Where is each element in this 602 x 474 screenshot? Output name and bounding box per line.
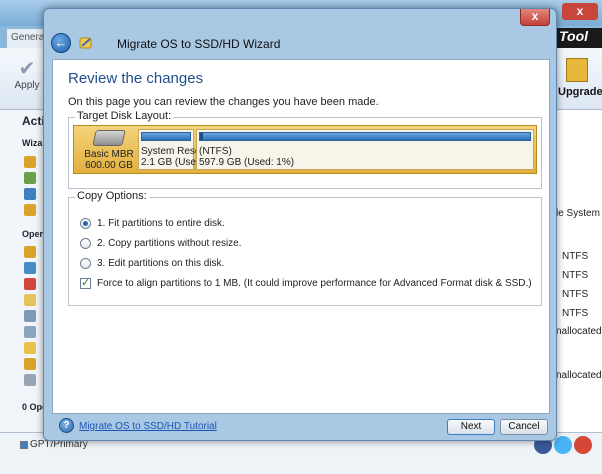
partition-ntfs[interactable]: (NTFS) 597.9 GB (Used: 1%) — [196, 129, 534, 170]
disk-map[interactable]: Basic MBR 600.00 GB System Reserv 2.1 GB… — [73, 125, 537, 174]
background-apply-button[interactable]: ✔ Apply — [10, 58, 44, 91]
google-plus-icon[interactable] — [574, 436, 592, 454]
partition-detail: 597.9 GB (Used: 1%) — [199, 157, 295, 168]
copy-options-label: Copy Options: — [75, 190, 149, 202]
background-fs-cell: NTFS — [562, 308, 589, 319]
operation-item-icon — [24, 326, 36, 338]
dialog-close-button[interactable]: x — [520, 9, 550, 26]
operation-item-icon — [24, 246, 36, 258]
help-icon[interactable]: ? — [59, 418, 74, 433]
background-fs-cell: NTFS — [562, 251, 589, 262]
option-label: 1. Fit partitions to entire disk. — [97, 217, 225, 229]
radio-button[interactable] — [80, 257, 91, 269]
background-column-header: le System — [556, 208, 600, 219]
operation-item-icon — [24, 358, 36, 370]
next-button[interactable]: Next — [447, 419, 495, 435]
twitter-icon[interactable] — [554, 436, 572, 454]
dialog-title: Migrate OS to SSD/HD Wizard — [117, 37, 281, 51]
align-1mb-option[interactable]: Force to align partitions to 1 MB. (It c… — [80, 275, 532, 291]
align-1mb-label: Force to align partitions to 1 MB. (It c… — [97, 277, 532, 289]
radio-button[interactable] — [80, 217, 91, 229]
partition-name: (NTFS) — [199, 146, 232, 157]
partition-system-reserved[interactable]: System Reserv 2.1 GB (Used: — [138, 129, 209, 170]
migrate-os-wizard-dialog: x ← Migrate OS to SSD/HD Wizard Review t… — [43, 8, 557, 441]
option-fit-partitions[interactable]: 1. Fit partitions to entire disk. — [80, 215, 225, 231]
wizard-item-icon — [24, 188, 36, 200]
align-1mb-checkbox[interactable] — [80, 276, 91, 289]
back-arrow-icon[interactable]: ← — [51, 33, 71, 53]
option-edit-partitions[interactable]: 3. Edit partitions on this disk. — [80, 255, 224, 271]
wizard-item-icon — [24, 156, 36, 168]
partition-used-fill — [200, 133, 204, 140]
background-fs-cell: nallocated — [556, 326, 602, 337]
operation-item-icon — [24, 374, 36, 386]
page-title: Review the changes — [68, 70, 204, 87]
operation-item-icon — [24, 294, 36, 306]
option-label: 3. Edit partitions on this disk. — [97, 257, 225, 269]
operation-item-icon — [24, 262, 36, 274]
partition-usage-bar — [141, 132, 191, 141]
target-disk-layout-label: Target Disk Layout: — [75, 110, 174, 122]
gift-icon — [566, 58, 588, 82]
background-fs-cell: nallocated — [556, 370, 602, 381]
copy-options-group: Copy Options: 1. Fit partitions to entir… — [68, 190, 542, 306]
disk-type: Basic MBR — [84, 149, 134, 160]
radio-button[interactable] — [80, 237, 91, 249]
page-description: On this page you can review the changes … — [68, 96, 379, 108]
option-label: 2. Copy partitions without resize. — [97, 237, 242, 249]
partition-detail: 2.1 GB (Used: — [141, 157, 205, 168]
tutorial-link[interactable]: Migrate OS to SSD/HD Tutorial — [79, 421, 217, 432]
wizard-item-icon — [24, 204, 36, 216]
wizard-wand-icon — [79, 37, 92, 49]
wizard-content-panel: Review the changes On this page you can … — [52, 59, 550, 414]
operation-item-icon — [24, 278, 36, 290]
background-logo: Tool — [555, 28, 602, 48]
disk-size: 600.00 GB — [85, 160, 133, 171]
background-fs-cell: NTFS — [562, 289, 589, 300]
operation-item-icon — [24, 342, 36, 354]
operation-item-icon — [24, 310, 36, 322]
target-disk-layout-group: Target Disk Layout: Basic MBR 600.00 GB … — [68, 110, 542, 189]
background-left-panel — [0, 110, 46, 432]
background-fs-cell: NTFS — [562, 270, 589, 281]
checkmark-icon: ✔ — [18, 58, 36, 80]
hard-disk-icon — [92, 130, 126, 146]
background-apply-label: Apply — [14, 80, 40, 91]
option-copy-without-resize[interactable]: 2. Copy partitions without resize. — [80, 235, 242, 251]
legend-swatch — [20, 441, 28, 449]
disk-info: Basic MBR 600.00 GB — [80, 129, 138, 171]
wizard-item-icon — [24, 172, 36, 184]
partition-usage-bar — [199, 132, 531, 141]
background-upgrade-label[interactable]: Upgrade! — [558, 86, 602, 98]
background-close-button[interactable]: x — [562, 3, 598, 20]
cancel-button[interactable]: Cancel — [500, 419, 548, 435]
